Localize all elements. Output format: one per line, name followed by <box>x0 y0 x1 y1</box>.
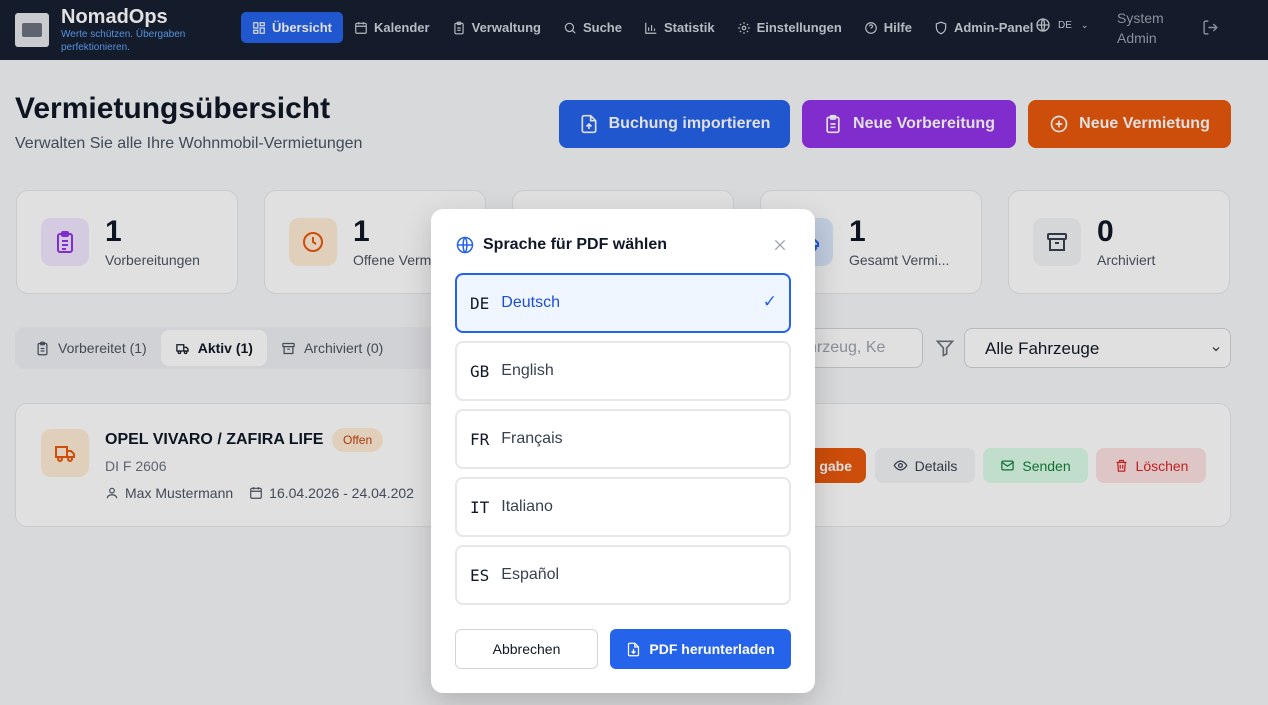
language-option-en[interactable]: GB English <box>455 341 791 401</box>
language-option-de[interactable]: DE Deutsch ✓ <box>455 273 791 333</box>
close-button[interactable] <box>772 237 788 258</box>
language-option-it[interactable]: IT Italiano <box>455 477 791 537</box>
dialog-title: Sprache für PDF wählen <box>483 236 668 253</box>
language-name: Italiano <box>501 498 553 515</box>
language-name: Français <box>501 430 563 447</box>
language-name: Español <box>501 566 560 583</box>
language-code: DE <box>470 293 490 313</box>
language-code: ES <box>470 565 490 585</box>
language-option-fr[interactable]: FR Français <box>455 409 791 469</box>
close-icon <box>774 239 786 251</box>
cancel-button[interactable]: Abbrechen <box>455 629 598 669</box>
language-name: English <box>501 362 554 379</box>
language-code: FR <box>470 429 490 449</box>
pdf-language-dialog: Sprache für PDF wählen DE Deutsch ✓ GB E… <box>431 209 815 693</box>
globe-icon <box>456 236 474 254</box>
checkmark-icon: ✓ <box>762 292 777 311</box>
language-code: IT <box>470 497 490 517</box>
download-pdf-label: PDF herunterladen <box>649 641 775 657</box>
language-name: Deutsch <box>501 294 560 311</box>
language-code: GB <box>470 361 490 381</box>
download-pdf-button[interactable]: PDF herunterladen <box>610 629 791 669</box>
dialog-header: Sprache für PDF wählen <box>455 235 667 255</box>
file-download-icon <box>628 642 640 656</box>
language-option-es[interactable]: ES Español <box>455 545 791 605</box>
